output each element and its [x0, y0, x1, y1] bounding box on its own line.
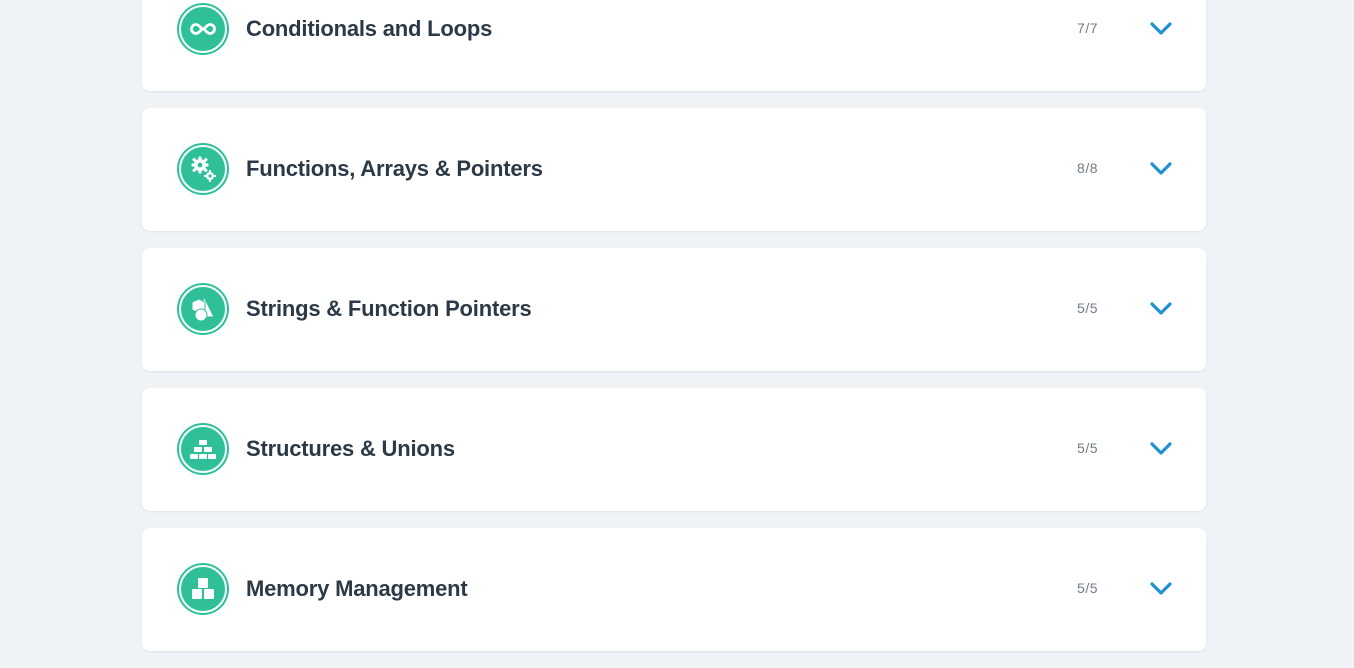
blocks-stack-icon [177, 423, 229, 475]
chevron-down-icon[interactable] [1150, 20, 1172, 38]
chevron-down-icon[interactable] [1150, 440, 1172, 458]
section-card-memory-management[interactable]: Memory Management 5/5 [142, 528, 1206, 651]
section-card-functions-arrays-pointers[interactable]: Functions, Arrays & Pointers 8/8 [142, 108, 1206, 231]
chevron-down-icon[interactable] [1150, 160, 1172, 178]
gears-icon [177, 143, 229, 195]
section-card-structures-unions[interactable]: Structures & Unions 5/5 [142, 388, 1206, 511]
section-progress: 5/5 [1077, 300, 1098, 316]
section-title: Memory Management [246, 576, 468, 601]
section-progress: 7/7 [1077, 20, 1098, 36]
shapes-icon [177, 283, 229, 335]
section-title: Functions, Arrays & Pointers [246, 156, 543, 181]
chevron-down-icon[interactable] [1150, 300, 1172, 318]
section-title: Strings & Function Pointers [246, 296, 532, 321]
section-card-strings-function-pointers[interactable]: Strings & Function Pointers 5/5 [142, 248, 1206, 371]
section-list: Conditionals and Loops 7/7 Functions, Ar… [142, 0, 1206, 668]
section-progress: 5/5 [1077, 440, 1098, 456]
section-card-conditionals-and-loops[interactable]: Conditionals and Loops 7/7 [142, 0, 1206, 91]
boxes-icon [177, 563, 229, 615]
section-title: Structures & Unions [246, 436, 455, 461]
section-progress: 8/8 [1077, 160, 1098, 176]
chevron-down-icon[interactable] [1150, 580, 1172, 598]
infinity-icon [177, 3, 229, 55]
section-title: Conditionals and Loops [246, 16, 493, 41]
section-progress: 5/5 [1077, 580, 1098, 596]
